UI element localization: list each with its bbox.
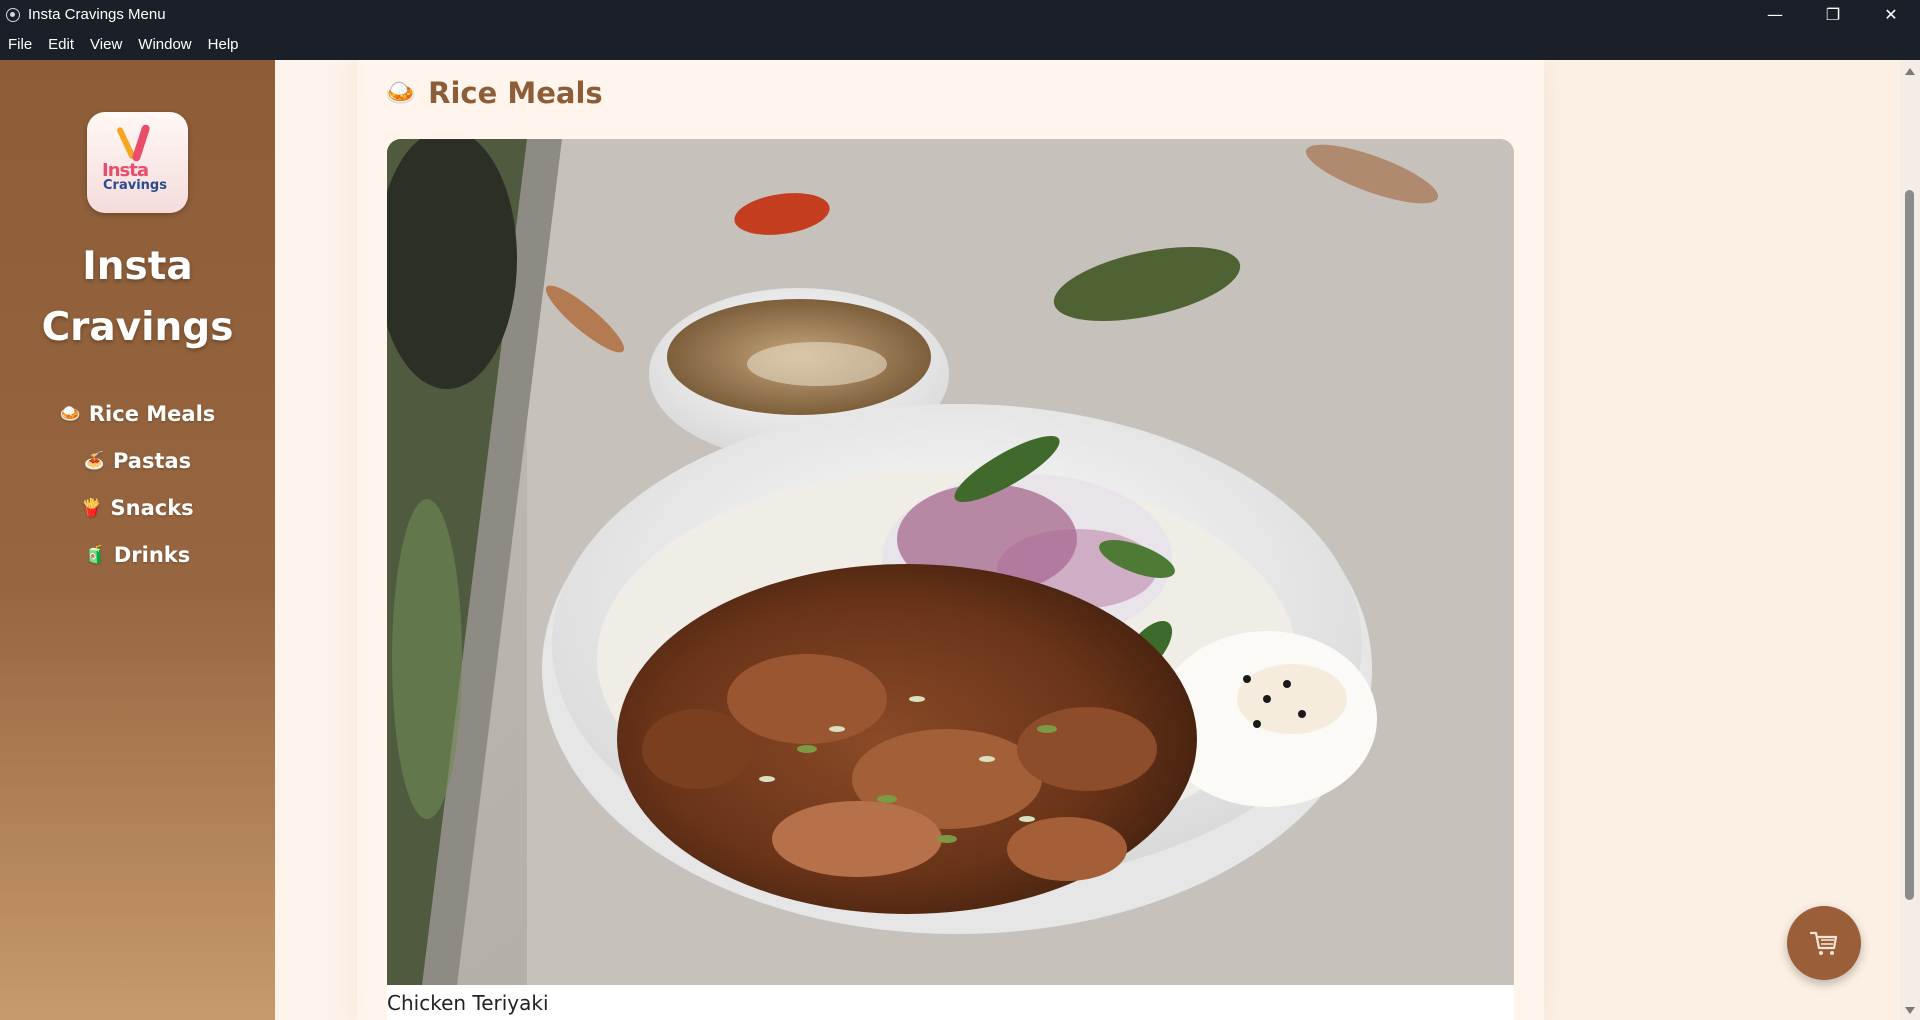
section-title-text: Rice Meals (428, 76, 603, 110)
nav-item-drinks[interactable]: 🧃 Drinks (0, 531, 275, 578)
nav-item-rice-meals[interactable]: 🍛 Rice Meals (0, 390, 275, 437)
logo-text-cravings: Cravings (103, 178, 167, 193)
rice-bowl-icon: 🍛 (385, 78, 417, 107)
restore-button[interactable]: ❐ (1804, 0, 1862, 29)
spoon-icon (131, 123, 151, 163)
main-content[interactable]: 🍛 Rice Meals Chicken Teriyaki (275, 60, 1900, 1020)
cart-icon (1809, 931, 1838, 955)
menu-view[interactable]: View (82, 36, 130, 53)
menu-item-name: Chicken Teriyaki (387, 991, 549, 1015)
brand-name: Insta Cravings (0, 236, 275, 358)
scrollbar-thumb[interactable] (1905, 190, 1914, 900)
menu-edit[interactable]: Edit (40, 36, 82, 53)
scroll-up-icon[interactable] (1905, 68, 1915, 75)
logo[interactable]: Insta Cravings (87, 112, 188, 213)
nav-label: Drinks (113, 542, 191, 567)
brand-line-1: Insta (82, 244, 193, 289)
juice-box-icon: 🧃 (84, 544, 106, 565)
window-title: Insta Cravings Menu (28, 6, 166, 23)
vertical-scrollbar[interactable] (1900, 60, 1920, 1020)
menu-file[interactable]: File (0, 36, 40, 53)
menu-window[interactable]: Window (130, 36, 199, 53)
close-button[interactable]: ✕ (1862, 0, 1920, 29)
nav-label: Snacks (110, 495, 194, 520)
nav-label: Pastas (112, 448, 192, 473)
fries-icon: 🍟 (81, 497, 103, 518)
pasta-icon: 🍝 (83, 450, 105, 471)
minimize-button[interactable]: — (1746, 0, 1804, 29)
menu-bar: File Edit View Window Help (0, 29, 1920, 60)
scroll-down-icon[interactable] (1905, 1007, 1915, 1014)
window-controls: — ❐ ✕ (1746, 0, 1920, 29)
sidebar: Insta Cravings Insta Cravings 🍛 Rice Mea… (0, 60, 275, 1020)
title-bar: Insta Cravings Menu — ❐ ✕ (0, 0, 1920, 29)
rice-bowl-icon: 🍛 (59, 403, 81, 424)
nav-label: Rice Meals (88, 401, 216, 426)
cart-button[interactable] (1787, 906, 1861, 980)
section-title: 🍛 Rice Meals (385, 76, 603, 110)
nav-item-pastas[interactable]: 🍝 Pastas (0, 437, 275, 484)
teriyaki-rice-bowl-photo (387, 139, 1514, 985)
menu-help[interactable]: Help (200, 36, 247, 53)
nav-item-snacks[interactable]: 🍟 Snacks (0, 484, 275, 531)
app-icon (6, 7, 20, 22)
brand-line-2: Cravings (41, 305, 234, 350)
category-nav: 🍛 Rice Meals 🍝 Pastas 🍟 Snacks 🧃 Drinks (0, 390, 275, 578)
menu-item-card[interactable]: Chicken Teriyaki (387, 139, 1514, 1020)
